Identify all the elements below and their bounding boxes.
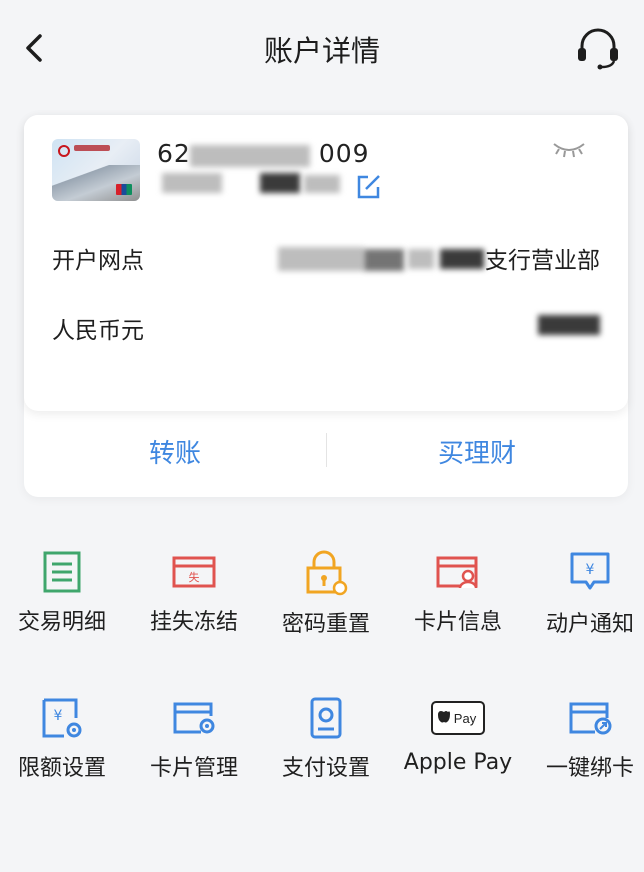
payment-settings-icon [310,697,342,739]
unionpay-logo-icon [116,184,132,195]
buy-wealth-button[interactable]: 买理财 [326,433,628,470]
card-info-item[interactable]: 卡片信息 [399,550,517,636]
svg-text:Pay: Pay [454,711,477,726]
limit-settings-icon: ¥ [42,698,82,738]
edit-alias-icon[interactable] [354,173,382,201]
card-management-item[interactable]: 卡片管理 [135,696,253,782]
card-info-icon [436,556,478,589]
apple-pay-item[interactable]: Pay Apple Pay [399,696,517,775]
notification-icon: ¥ [570,552,610,590]
apple-pay-icon: Pay [431,701,485,735]
report-loss-icon: 失 [172,556,216,588]
branch-label: 开户网点 [52,248,144,274]
hide-eye-icon[interactable] [551,139,587,159]
card-manage-icon [173,702,215,734]
masked-card-name [162,173,222,193]
currency-label: 人民币元 [52,318,144,344]
headset-support-icon[interactable] [574,26,622,70]
payment-settings-item[interactable]: 支付设置 [267,696,385,782]
bank-card-image [52,139,140,201]
lock-reset-icon [306,550,348,596]
account-info-panel: 62 009 开户网点 支行营业部 人民币元 [24,115,628,411]
limit-settings-item[interactable]: ¥ 限额设置 [3,696,121,782]
currency-row: 人民币元 [52,311,600,345]
action-bar: 转账 买理财 [24,411,628,497]
page-title: 账户详情 [263,34,380,68]
masked-card-digits [190,145,310,167]
masked-branch-name [278,247,364,271]
ledger-icon [43,551,81,593]
top-bar: 账户详情 [0,0,644,96]
account-notification-item[interactable]: ¥ 动户通知 [531,550,644,638]
branch-value: 支行营业部 [485,248,600,274]
bank-logo-icon [58,145,70,157]
account-card: 62 009 开户网点 支行营业部 人民币元 转账 买理财 [24,115,628,497]
bind-card-icon [569,702,612,735]
masked-balance [538,315,600,335]
report-loss-item[interactable]: 失 挂失冻结 [135,550,253,636]
transfer-button[interactable]: 转账 [24,433,326,470]
transaction-details-item[interactable]: 交易明细 [3,550,121,636]
password-reset-item[interactable]: 密码重置 [267,550,385,638]
svg-text:¥: ¥ [54,708,63,724]
svg-text:失: 失 [189,571,200,584]
svg-text:¥: ¥ [586,562,595,578]
one-click-bind-card-item[interactable]: 一键绑卡 [531,696,644,782]
